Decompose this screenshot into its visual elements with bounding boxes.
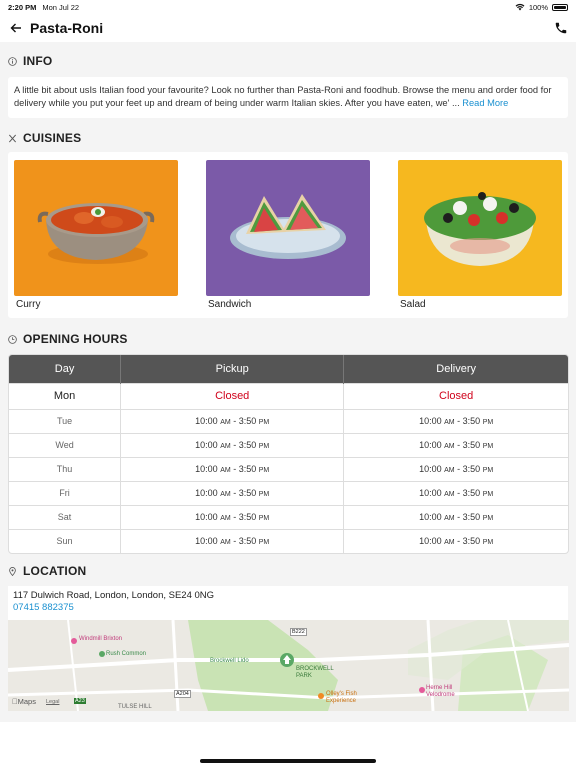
day-cell: Fri: [9, 480, 122, 505]
arrow-left-icon[interactable]: [8, 22, 24, 34]
cuisine-sandwich[interactable]: Sandwich: [206, 160, 370, 310]
info-card: A little bit about usIs Italian food you…: [8, 77, 568, 118]
pickup-cell: 10:00 AM - 3:50 PM: [120, 504, 345, 529]
pickup-cell: 10:00 AM - 3:50 PM: [120, 480, 345, 505]
cuisine-label-salad: Salad: [400, 299, 426, 310]
location-heading: LOCATION: [8, 564, 86, 578]
phone-number-link[interactable]: 07415 882375: [13, 602, 563, 613]
delivery-cell: 10:00 AM - 3:50 PM: [343, 480, 568, 505]
phone-icon[interactable]: [554, 21, 568, 35]
table-row: Thu 10:00 AM - 3:50 PM 10:00 AM - 3:50 P…: [9, 456, 568, 481]
opening-hours-heading-label: OPENING HOURS: [23, 332, 128, 346]
delivery-cell: 10:00 AM - 3:50 PM: [343, 456, 568, 481]
info-heading: INFO: [8, 54, 52, 68]
pickup-cell: Closed: [120, 382, 345, 409]
day-cell: Wed: [9, 432, 122, 457]
column-header-delivery: Delivery: [343, 355, 568, 383]
cuisines-heading-label: CUISINES: [23, 131, 82, 145]
clock-icon: [8, 334, 17, 344]
cuisine-curry[interactable]: Curry: [14, 160, 178, 310]
table-row: Sat 10:00 AM - 3:50 PM 10:00 AM - 3:50 P…: [9, 504, 568, 529]
info-text: A little bit about usIs Italian food you…: [8, 84, 568, 110]
cuisine-label-curry: Curry: [16, 299, 41, 310]
pickup-cell: 10:00 AM - 3:50 PM: [120, 528, 345, 553]
cuisine-label-sandwich: Sandwich: [208, 299, 252, 310]
map-label-windmill: Windmill Brixton: [79, 636, 123, 642]
map-label-olleys: Olley's Fish Experience: [326, 691, 357, 704]
delivery-cell: 10:00 AM - 3:50 PM: [343, 504, 568, 529]
pickup-cell: 10:00 AM - 3:50 PM: [120, 456, 345, 481]
location-map[interactable]: Windmill Brixton Rush Common Brockwell L…: [8, 620, 569, 711]
location-pin-icon: [9, 566, 16, 576]
table-row: Tue 10:00 AM - 3:50 PM 10:00 AM - 3:50 P…: [9, 408, 568, 433]
nav-bar: Pasta-Roni: [0, 14, 576, 42]
maps-brand-label: Maps: [12, 697, 36, 706]
delivery-cell: 10:00 AM - 3:50 PM: [343, 432, 568, 457]
status-time: 2:20 PM: [8, 2, 37, 12]
delivery-cell: 10:00 AM - 3:50 PM: [343, 528, 568, 553]
status-date: Mon Jul 22: [42, 2, 80, 12]
home-indicator[interactable]: [200, 759, 376, 763]
pickup-cell: 10:00 AM - 3:50 PM: [120, 408, 345, 433]
content-area: INFO A little bit about usIs Italian foo…: [0, 42, 576, 722]
battery-percent: 100%: [528, 2, 548, 12]
map-label-rush-common: Rush Common: [106, 651, 147, 657]
wifi-icon: [515, 3, 525, 11]
map-label-brockwell-lido: Brockwell Lido: [210, 658, 249, 664]
day-cell: Sat: [9, 504, 122, 529]
map-label-a23: A23: [74, 698, 86, 704]
map-label-b222: B222: [290, 628, 307, 636]
day-cell: Tue: [9, 408, 122, 433]
curry-image: [14, 160, 178, 296]
table-row: Mon Closed Closed: [9, 382, 568, 409]
info-icon: [8, 56, 17, 66]
day-cell: Sun: [9, 528, 122, 553]
column-header-pickup: Pickup: [120, 355, 345, 383]
cutlery-icon: [8, 134, 17, 142]
status-bar: 2:20 PM Mon Jul 22 100%: [0, 0, 576, 14]
salad-image: [398, 160, 562, 296]
table-row: Sun 10:00 AM - 3:50 PM 10:00 AM - 3:50 P…: [9, 528, 568, 553]
map-label-herne-hill: Herne Hill Velodrome: [426, 685, 455, 698]
day-cell: Thu: [9, 456, 122, 481]
address-text: 117 Dulwich Road, London, London, SE24 0…: [13, 590, 215, 601]
page-title: Pasta-Roni: [30, 20, 104, 36]
read-more-link[interactable]: Read More: [462, 98, 508, 108]
location-heading-label: LOCATION: [23, 564, 87, 578]
cuisine-salad[interactable]: Salad: [398, 160, 562, 310]
map-label-brockwell-park: BROCKWELL PARK: [296, 666, 334, 679]
table-header-row: Day Pickup Delivery: [9, 355, 568, 383]
pickup-cell: 10:00 AM - 3:50 PM: [120, 432, 345, 457]
sandwich-image: [206, 160, 370, 296]
day-cell: Mon: [9, 382, 122, 409]
location-card: 117 Dulwich Road, London, London, SE24 0…: [8, 586, 568, 622]
delivery-cell: Closed: [343, 382, 568, 409]
cuisines-card: Curry Sandwich Salad: [8, 152, 568, 318]
table-row: Fri 10:00 AM - 3:50 PM 10:00 AM - 3:50 P…: [9, 480, 568, 505]
table-row: Wed 10:00 AM - 3:50 PM 10:00 AM - 3:50 P…: [9, 432, 568, 457]
delivery-cell: 10:00 AM - 3:50 PM: [343, 408, 568, 433]
info-heading-label: INFO: [23, 54, 53, 68]
opening-hours-table: Day Pickup Delivery Mon Closed Closed Tu…: [8, 354, 569, 554]
opening-hours-heading: OPENING HOURS: [8, 332, 128, 346]
map-legal-link[interactable]: Legal: [46, 699, 59, 705]
column-header-day: Day: [9, 355, 122, 383]
map-label-tulse-hill: TULSE HILL: [118, 704, 152, 710]
map-label-a204: A204: [174, 690, 191, 698]
cuisines-heading: CUISINES: [8, 131, 81, 145]
battery-icon: [552, 3, 568, 11]
